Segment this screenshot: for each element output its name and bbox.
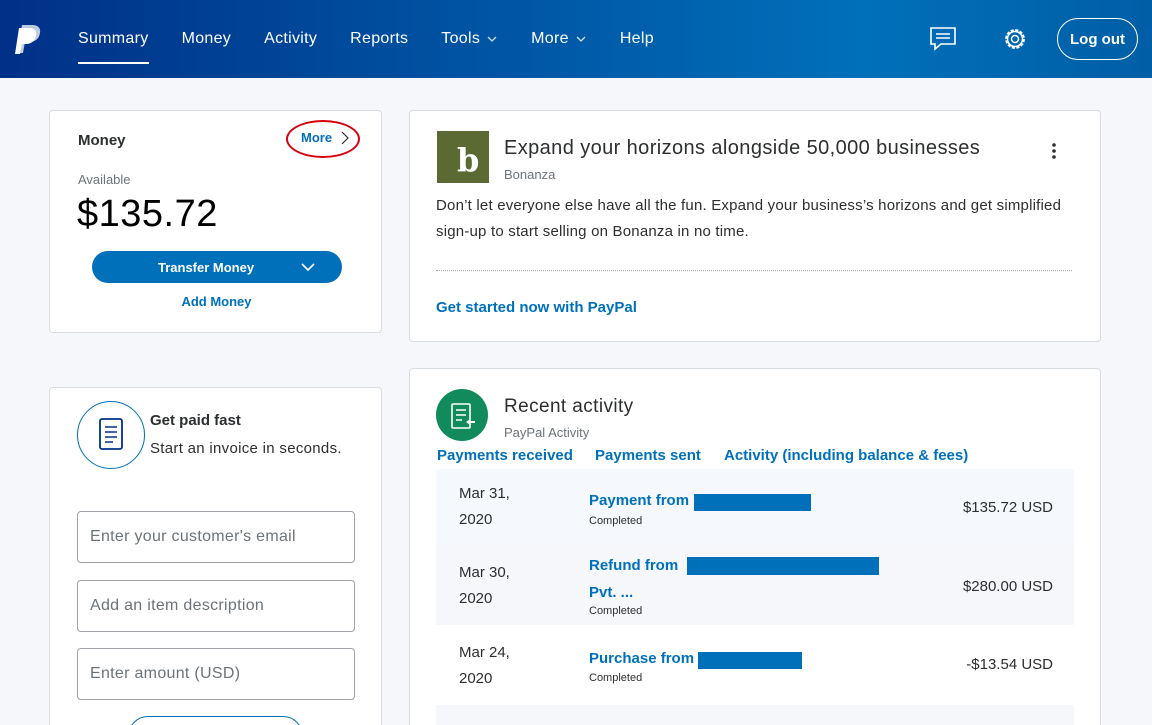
- row-amount: $135.72 USD: [962, 499, 1053, 516]
- redaction-bar: [694, 494, 811, 511]
- row-counterparty[interactable]: Refund from: [589, 557, 678, 574]
- nav-tools[interactable]: Tools: [441, 0, 498, 78]
- nav-reports-label: Reports: [350, 30, 409, 47]
- money-more-label: More: [301, 130, 333, 145]
- nav-money-label: Money: [181, 30, 232, 47]
- promo-cta-link[interactable]: Get started now with PayPal: [436, 299, 637, 316]
- nav-tools-label: Tools: [441, 30, 481, 47]
- row-date-line1: Mar 31,: [459, 485, 510, 502]
- logout-button[interactable]: Log out: [1057, 18, 1138, 60]
- activity-list-icon: [451, 403, 475, 429]
- customer-email-field[interactable]: Enter your customer's email: [77, 511, 355, 563]
- balance-amount: $135.72: [77, 193, 218, 235]
- nav-help[interactable]: Help: [620, 0, 654, 78]
- nav-help-label: Help: [619, 30, 654, 47]
- invoice-subtitle: Start an invoice in seconds.: [150, 440, 342, 457]
- divider: [436, 270, 1072, 271]
- transfer-money-label: Transfer Money: [158, 259, 255, 275]
- available-label: Available: [78, 172, 131, 187]
- row-date: Mar 24, 2020: [459, 640, 510, 692]
- kebab-menu-icon[interactable]: [1046, 141, 1062, 161]
- chevron-down-icon[interactable]: [300, 261, 316, 273]
- money-more-link[interactable]: More: [301, 130, 350, 145]
- invoice-card: Get paid fast Start an invoice in second…: [49, 387, 382, 725]
- activity-row[interactable]: [436, 705, 1074, 725]
- nav-more-label: More: [531, 30, 569, 47]
- chevron-down-icon: [487, 36, 497, 42]
- row-date-line2: 2020: [459, 511, 493, 528]
- recent-activity-card: Recent activity PayPal Activity Payments…: [409, 368, 1101, 725]
- message-center-icon[interactable]: [928, 24, 958, 54]
- nav-more[interactable]: More: [531, 0, 587, 78]
- activity-icon-circle: [436, 389, 488, 441]
- bonanza-logo: b: [437, 131, 489, 183]
- redaction-bar: [698, 652, 802, 669]
- gear-icon[interactable]: [1000, 24, 1030, 54]
- row-date-line1: Mar 24,: [459, 644, 510, 661]
- money-card-title: Money: [78, 132, 126, 149]
- row-date-line2: 2020: [459, 670, 493, 687]
- row-date-line2: 2020: [459, 590, 493, 607]
- promo-title: Expand your horizons alongside 50,000 bu…: [504, 137, 981, 159]
- row-counterparty-line2[interactable]: Pvt. ...: [589, 584, 633, 601]
- nav-activity-label: Activity: [264, 30, 318, 47]
- tab-activity-all[interactable]: Activity (including balance & fees): [724, 447, 968, 464]
- nav-reports[interactable]: Reports: [350, 0, 408, 78]
- row-date-line1: Mar 30,: [459, 564, 510, 581]
- money-card: Money More Available $135.72 Transfer Mo…: [49, 110, 382, 333]
- row-status: Completed: [589, 515, 643, 527]
- amount-placeholder: Enter amount (USD): [90, 665, 241, 682]
- row-status: Completed: [589, 672, 643, 684]
- activity-row[interactable]: Mar 24, 2020 Purchase from Completed -$13…: [436, 625, 1074, 705]
- row-amount: -$13.54 USD: [966, 656, 1053, 673]
- redaction-bar: [687, 557, 879, 575]
- invoice-icon-circle: [77, 401, 145, 469]
- activity-subtitle: PayPal Activity: [504, 425, 590, 440]
- row-date: Mar 30, 2020: [459, 560, 510, 612]
- row-counterparty[interactable]: Purchase from: [589, 650, 694, 667]
- invoice-icon: [99, 418, 123, 450]
- row-amount: $280.00 USD: [962, 578, 1053, 595]
- chevron-right-icon: [341, 131, 349, 144]
- paypal-logo-icon[interactable]: [14, 24, 42, 56]
- activity-row[interactable]: Mar 31, 2020 Payment from Completed $135.…: [436, 469, 1074, 544]
- main-nav: Summary Money Activity Reports Tools Mor…: [78, 0, 687, 78]
- activity-row[interactable]: Mar 30, 2020 Refund from Pvt. ... Complet…: [436, 544, 1074, 625]
- nav-money[interactable]: Money: [182, 0, 232, 78]
- customer-email-placeholder: Enter your customer's email: [90, 528, 296, 545]
- chevron-down-icon: [576, 36, 586, 42]
- bonanza-logo-letter: b: [457, 141, 480, 179]
- promo-source: Bonanza: [504, 167, 556, 182]
- row-status: Completed: [589, 605, 643, 617]
- tab-payments-sent[interactable]: Payments sent: [595, 447, 701, 464]
- invoice-submit-button[interactable]: [128, 716, 303, 725]
- item-description-field[interactable]: Add an item description: [77, 580, 355, 632]
- add-money-link[interactable]: Add Money: [50, 294, 383, 309]
- row-counterparty[interactable]: Payment from: [589, 492, 689, 509]
- transfer-money-button[interactable]: Transfer Money: [92, 251, 342, 283]
- invoice-title: Get paid fast: [150, 412, 241, 429]
- nav-summary-label: Summary: [78, 30, 149, 47]
- tab-payments-received[interactable]: Payments received: [437, 447, 573, 464]
- item-description-placeholder: Add an item description: [90, 597, 265, 614]
- activity-title: Recent activity: [504, 396, 634, 417]
- promo-card: b Expand your horizons alongside 50,000 …: [409, 110, 1101, 342]
- nav-summary[interactable]: Summary: [78, 0, 149, 78]
- amount-field[interactable]: Enter amount (USD): [77, 648, 355, 700]
- row-date: Mar 31, 2020: [459, 481, 510, 533]
- promo-body: Don’t let everyone else have all the fun…: [436, 197, 1062, 240]
- top-navigation-bar: Summary Money Activity Reports Tools Mor…: [0, 0, 1152, 78]
- nav-activity[interactable]: Activity: [264, 0, 317, 78]
